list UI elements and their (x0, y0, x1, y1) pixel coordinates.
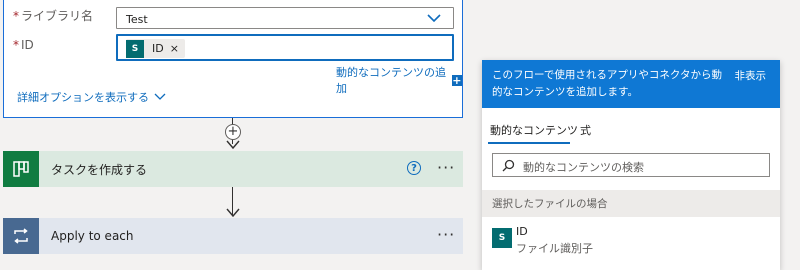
loop-icon (3, 218, 39, 254)
token-remove-icon[interactable]: × (170, 42, 179, 55)
arrow-down-icon (226, 140, 240, 150)
help-icon[interactable]: ? (407, 161, 421, 175)
required-marker: * (13, 9, 19, 23)
insert-step-button[interactable]: + (225, 124, 241, 140)
arrow-down-icon (226, 208, 240, 218)
section-title: 選択したファイルの場合 (492, 198, 608, 210)
id-token[interactable]: S ID × (126, 39, 185, 58)
library-name-value: Test (126, 13, 148, 26)
sharepoint-icon: S (126, 39, 144, 58)
id-label-text: ID (21, 38, 34, 52)
hide-button[interactable]: 非表示 (735, 68, 767, 83)
id-label: * ID (13, 38, 34, 52)
action-create-task[interactable]: タスクを作成する ? ··· (3, 151, 463, 187)
sharepoint-icon: S (492, 228, 512, 248)
more-options-icon[interactable]: ··· (437, 158, 455, 177)
pane-header-text: このフローで使用されるアプリやコネクタから動的なコンテンツを追加します。 (492, 69, 722, 98)
id-input[interactable]: S ID × (116, 34, 454, 61)
library-action-card: * ライブラリ名 Test * ID S ID × 動的なコンテンツの追加 + 詳細… (3, 0, 463, 118)
tab-expression[interactable]: 式 (580, 122, 591, 138)
action-title: Apply to each (51, 229, 134, 243)
search-icon (502, 159, 515, 172)
action-apply-to-each[interactable]: Apply to each ··· (3, 218, 463, 254)
search-placeholder: 動的なコンテンツの検索 (523, 161, 644, 174)
item-subtitle: ファイル識別子 (516, 242, 593, 255)
dynamic-content-search[interactable]: 動的なコンテンツの検索 (492, 153, 770, 177)
active-tab-indicator (488, 142, 570, 144)
library-name-select[interactable]: Test (116, 7, 454, 29)
pane-header: このフローで使用されるアプリやコネクタから動的なコンテンツを追加します。 非表示 (482, 60, 780, 108)
library-name-label: * ライブラリ名 (13, 7, 93, 24)
dynamic-content-pane: このフローで使用されるアプリやコネクタから動的なコンテンツを追加します。 非表示… (482, 60, 780, 270)
library-name-label-text: ライブラリ名 (21, 9, 94, 23)
id-token-label: ID (152, 42, 164, 55)
chevron-down-icon (154, 93, 166, 100)
tab-dynamic-content[interactable]: 動的なコンテンツ (490, 122, 578, 138)
chevron-down-icon (427, 14, 441, 23)
planner-icon (3, 151, 39, 187)
add-plus-icon: + (451, 73, 462, 87)
dynamic-content-item[interactable]: S ID ファイル識別子 (482, 220, 780, 260)
action-title: タスクを作成する (51, 162, 148, 177)
more-options-icon[interactable]: ··· (437, 225, 455, 244)
section-header: 選択したファイルの場合 (482, 190, 780, 217)
item-title: ID (516, 225, 528, 238)
required-marker: * (13, 38, 19, 52)
show-advanced-options[interactable]: 詳細オプションを表示する (17, 89, 166, 105)
advanced-options-label: 詳細オプションを表示する (17, 91, 149, 104)
add-dynamic-content-link[interactable]: 動的なコンテンツの追加 + (336, 64, 462, 96)
add-dynamic-content-label: 動的なコンテンツの追加 (336, 66, 446, 95)
